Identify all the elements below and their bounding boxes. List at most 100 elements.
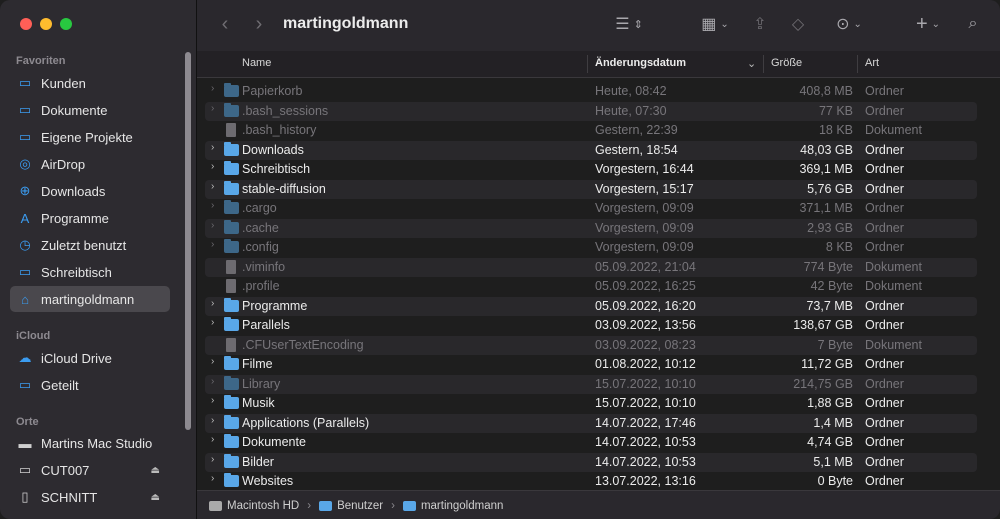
sidebar-item-cut007[interactable]: ▭ CUT007 ⏏ (10, 457, 170, 483)
downloads-icon: ⊕ (19, 183, 31, 198)
disclosure-chevron-icon[interactable]: › (211, 161, 214, 172)
back-button[interactable]: ‹ (215, 12, 235, 36)
file-row[interactable]: › Papierkorb Heute, 08:42 408,8 MB Ordner (205, 82, 977, 102)
sidebar-item-martingoldmann[interactable]: ⌂ martingoldmann (10, 286, 170, 312)
file-row[interactable]: › .bash_sessions Heute, 07:30 77 KB Ordner (205, 101, 977, 121)
zoom-window-button[interactable] (60, 18, 72, 30)
search-button[interactable]: ⌕ (962, 12, 984, 36)
disclosure-chevron-icon[interactable]: › (211, 434, 214, 445)
file-row[interactable]: › Dokumente 14.07.2022, 10:53 4,74 GB Ordner (205, 433, 977, 453)
file-row[interactable]: › Library 15.07.2022, 10:10 214,75 GB Ordner (205, 374, 977, 394)
disclosure-chevron-icon[interactable]: › (211, 83, 214, 94)
file-size: 8 KB (825, 240, 853, 254)
file-row[interactable]: › stable-diffusion Vorgestern, 15:17 5,76 G… (205, 179, 977, 199)
file-row[interactable]: › Programme 05.09.2022, 16:20 73,7 MB Ordner (205, 296, 977, 316)
file-date: 14.07.2022, 17:46 (595, 415, 696, 430)
forward-button[interactable]: › (249, 12, 269, 36)
file-row[interactable]: .profile 05.09.2022, 16:25 42 Byte Dokument (205, 277, 977, 297)
sidebar-item-icloud-drive[interactable]: ☁ iCloud Drive (10, 345, 170, 371)
folder-icon (224, 473, 239, 487)
disclosure-chevron-icon[interactable]: › (211, 415, 214, 426)
file-row[interactable]: › .config Vorgestern, 09:09 8 KB Ordner (205, 238, 977, 258)
chevron-right-icon: › (255, 12, 263, 35)
disclosure-chevron-icon[interactable]: › (211, 473, 214, 484)
disclosure-chevron-icon[interactable]: › (211, 239, 214, 250)
sidebar-item-label: SCHNITT (41, 489, 98, 505)
folder-icon: ▭ (18, 129, 32, 144)
add-button[interactable]: + ⌄ (911, 12, 945, 36)
disclosure-chevron-icon[interactable]: › (211, 317, 214, 328)
sidebar-item-kunden[interactable]: ▭ Kunden (10, 70, 170, 96)
sidebar-item-martins-mac-studio[interactable]: ▬ Martins Mac Studio (10, 430, 170, 456)
sidebar-item-zuletzt-benutzt[interactable]: ◷ Zuletzt benutzt (10, 232, 170, 258)
file-size: 5,1 MB (813, 454, 853, 469)
sidebar-item-downloads[interactable]: ⊕ Downloads (10, 178, 170, 204)
file-name: Library (242, 376, 281, 391)
file-row[interactable]: › Filme 01.08.2022, 10:12 11,72 GB Ordner (205, 355, 977, 375)
file-row[interactable]: .bash_history Gestern, 22:39 18 KB Dokument (205, 121, 977, 141)
disclosure-chevron-icon[interactable]: › (211, 395, 214, 406)
file-name: .bash_history (242, 123, 317, 137)
sidebar-item-geteilt[interactable]: ▭ Geteilt (10, 372, 170, 398)
file-row[interactable]: › Musik 15.07.2022, 10:10 1,88 GB Ordner (205, 394, 977, 414)
file-row[interactable]: › .cargo Vorgestern, 09:09 371,1 MB Ordner (205, 199, 977, 219)
path-item-macintosh-hd[interactable]: Macintosh HD (209, 500, 299, 512)
file-kind: Ordner (865, 454, 904, 469)
column-header: Name Änderungsdatum ⌄ Größe Art (197, 51, 1000, 78)
file-name: .CFUserTextEncoding (242, 337, 364, 352)
home-icon: ⌂ (21, 291, 29, 307)
file-row[interactable]: › Applications (Parallels) 14.07.2022, 17:… (205, 413, 977, 433)
file-row[interactable]: › Downloads Gestern, 18:54 48,03 GB Ordner (205, 140, 977, 160)
disclosure-chevron-icon[interactable]: › (211, 142, 214, 153)
disclosure-chevron-icon[interactable]: › (211, 298, 214, 309)
column-name[interactable]: Name (242, 57, 271, 69)
sidebar-item-eigene-projekte[interactable]: ▭ Eigene Projekte (10, 124, 170, 150)
file-name: Dokumente (242, 435, 306, 449)
disclosure-chevron-icon[interactable]: › (211, 220, 214, 231)
disclosure-chevron-icon[interactable]: › (211, 376, 214, 387)
file-row[interactable]: .viminfo 05.09.2022, 21:04 774 Byte Dokumen… (205, 257, 977, 277)
column-separator[interactable] (763, 55, 764, 73)
sidebar-item-airdrop[interactable]: ◎ AirDrop (10, 151, 170, 177)
disclosure-chevron-icon[interactable]: › (211, 454, 214, 465)
file-row[interactable]: .CFUserTextEncoding 03.09.2022, 08:23 7 By… (205, 335, 977, 355)
view-options-button[interactable]: ☰ ⇕ (609, 12, 649, 36)
path-bar: Macintosh HD › Benutzer › martingoldmann (197, 490, 1000, 519)
disclosure-chevron-icon[interactable]: › (211, 103, 214, 114)
eject-icon[interactable]: ⏏ (151, 465, 160, 476)
eject-icon[interactable]: ⏏ (151, 492, 160, 503)
file-row[interactable]: › Schreibtisch Vorgestern, 16:44 369,1 MB Or… (205, 160, 977, 180)
file-row[interactable]: › Websites 13.07.2022, 13:16 0 Byte Ordner (205, 472, 977, 492)
group-button[interactable]: ▦ ⌄ (695, 12, 735, 36)
disclosure-chevron-icon[interactable]: › (211, 356, 214, 367)
file-row[interactable]: › Bilder 14.07.2022, 10:53 5,1 MB Ordner (205, 452, 977, 472)
file-row[interactable]: › .cache Vorgestern, 09:09 2,93 GB Ordner (205, 218, 977, 238)
column-separator[interactable] (587, 55, 588, 73)
minimize-window-button[interactable] (40, 18, 52, 30)
sidebar-item-label: martingoldmann (41, 291, 135, 307)
sidebar-scrollbar[interactable] (185, 52, 191, 430)
file-size: 138,67 GB (793, 318, 853, 332)
file-date: 15.07.2022, 10:10 (595, 376, 696, 391)
more-actions-button[interactable]: ⊙ ⌄ (829, 12, 869, 36)
file-row[interactable]: › Parallels 03.09.2022, 13:56 138,67 GB Ordn… (205, 316, 977, 336)
file-name: .profile (242, 279, 280, 293)
file-kind: Ordner (865, 298, 904, 313)
tag-button[interactable]: ◇ (787, 12, 809, 36)
column-separator[interactable] (857, 55, 858, 73)
share-button[interactable]: ⇪ (749, 12, 771, 36)
path-item-martingoldmann[interactable]: martingoldmann (402, 500, 503, 512)
sidebar-item-dokumente[interactable]: ▭ Dokumente (10, 97, 170, 123)
column-kind[interactable]: Art (865, 57, 879, 69)
file-size: 0 Byte (817, 474, 853, 488)
column-size[interactable]: Größe (771, 57, 802, 69)
sidebar-item-schreibtisch[interactable]: ▭ Schreibtisch (10, 259, 170, 285)
disclosure-chevron-icon[interactable]: › (211, 200, 214, 211)
column-date[interactable]: Änderungsdatum (595, 57, 686, 69)
sidebar-item-schnitt[interactable]: ▯ SCHNITT ⏏ (10, 484, 170, 510)
close-window-button[interactable] (20, 18, 32, 30)
folder-icon (224, 200, 239, 214)
path-item-benutzer[interactable]: Benutzer (319, 500, 383, 512)
disclosure-chevron-icon[interactable]: › (211, 181, 214, 192)
sidebar-item-programme[interactable]: A Programme (10, 205, 170, 231)
